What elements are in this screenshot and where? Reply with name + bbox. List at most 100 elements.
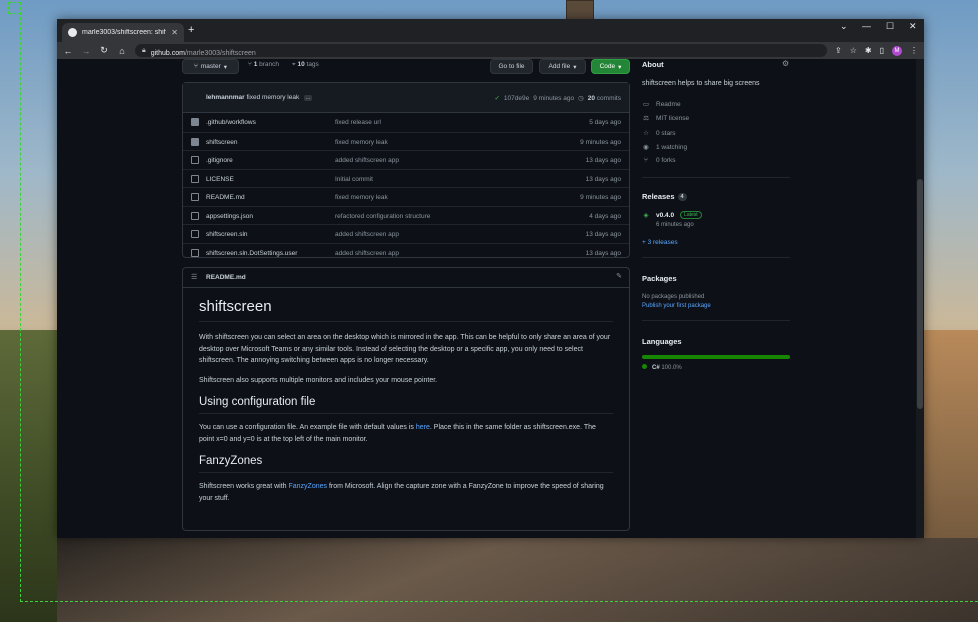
readme-link[interactable]: ▭ Readme (642, 100, 681, 109)
menu-kebab-icon[interactable]: ⋮ (910, 46, 918, 55)
maximize-button[interactable]: ☐ (886, 21, 894, 32)
file-name[interactable]: shiftscreen.sln.DotSettings.user (206, 250, 297, 257)
code-button[interactable]: Code ▾ (591, 59, 630, 74)
readme-panel: ☰ README.md ✎ shiftscreen With shiftscre… (182, 267, 630, 531)
pencil-icon[interactable]: ✎ (616, 272, 622, 280)
stars-link[interactable]: ☆ 0 stars (642, 129, 675, 138)
page-scrollbar[interactable] (916, 59, 924, 538)
branches-link[interactable]: ⑂ 1 branch (248, 61, 279, 68)
extensions-icon[interactable]: ✱ (865, 46, 872, 55)
share-icon[interactable]: ⇪ (835, 46, 842, 55)
tab-strip: marle3003/shiftscreen: shiftscree ✕ + ⌄ … (57, 19, 924, 42)
file-icon (191, 211, 199, 220)
no-packages-text: No packages published (642, 294, 705, 300)
commit-message[interactable]: fixed memory leak (246, 94, 299, 101)
url-host: github.com (150, 49, 185, 57)
tab-close-icon[interactable]: ✕ (171, 28, 178, 37)
file-commit-message[interactable]: fixed release url (335, 119, 381, 126)
browser-tab[interactable]: marle3003/shiftscreen: shiftscree ✕ (62, 23, 184, 42)
fanzyzones-paragraph: Shiftscreen works great with FanzyZones … (199, 483, 604, 502)
file-age: 9 minutes ago (580, 194, 621, 201)
file-row: README.md fixed memory leak 9 minutes ag… (183, 187, 629, 206)
file-commit-message[interactable]: added shiftscreen app (335, 231, 399, 238)
file-age: 5 days ago (589, 119, 621, 126)
history-icon: ◷ (578, 95, 584, 102)
file-name[interactable]: README.md (206, 194, 245, 201)
commit-hash[interactable]: 107de9e (504, 95, 529, 102)
file-name[interactable]: shiftscreen (206, 139, 237, 146)
file-commit-message[interactable]: Initial commit (335, 176, 373, 183)
file-name[interactable]: appsettings.json (206, 213, 253, 220)
latest-release[interactable]: ◈ v0.4.0 Latest (642, 211, 702, 219)
readme-file-label: README.md (206, 274, 246, 281)
book-icon: ▭ (642, 101, 650, 108)
file-icon (191, 193, 199, 201)
browser-window: marle3003/shiftscreen: shiftscree ✕ + ⌄ … (57, 19, 924, 538)
readme-intro: With shiftscreen you can select an area … (199, 334, 611, 364)
side-panel-icon[interactable]: ▯ (880, 46, 884, 55)
address-bar[interactable]: 🔒︎ github.com/marle3003/shiftscreen (135, 44, 828, 57)
csharp-dot-icon (642, 364, 647, 369)
url-path: /marle3003/shiftscreen (184, 49, 256, 57)
commit-expand-button[interactable]: ... (304, 95, 313, 101)
new-tab-button[interactable]: + (188, 24, 194, 36)
fanzyzones-heading: FanzyZones (199, 455, 613, 473)
bookmark-star-icon[interactable]: ☆ (850, 46, 857, 55)
readme-header: ☰ README.md ✎ (183, 268, 629, 288)
file-commit-message[interactable]: fixed memory leak (335, 139, 388, 146)
close-window-button[interactable]: ✕ (909, 21, 917, 32)
file-commit-message[interactable]: refactored configuration structure (335, 213, 430, 220)
language-csharp[interactable]: C# 100.0% (642, 364, 682, 371)
minimize-button[interactable]: — (862, 21, 871, 31)
file-name[interactable]: LICENSE (206, 176, 234, 183)
go-to-file-button[interactable]: Go to file (490, 59, 533, 74)
file-row: LICENSE Initial commit 13 days ago (183, 168, 629, 188)
file-commit-message[interactable]: added shiftscreen app (335, 157, 399, 164)
file-icon (191, 230, 199, 238)
readme-title: shiftscreen (199, 298, 613, 322)
file-row: shiftscreen.sln.DotSettings.user added s… (183, 242, 629, 262)
more-releases-link[interactable]: + 3 releases (642, 239, 678, 246)
forks-link[interactable]: ⑂ 0 forks (642, 157, 675, 164)
list-icon[interactable]: ☰ (191, 273, 197, 281)
profile-avatar[interactable]: M (892, 45, 902, 56)
github-favicon-icon (68, 28, 77, 37)
tab-search-icon[interactable]: ⌄ (840, 21, 848, 32)
latest-commit-bar: lehmannmar fixed memory leak ... ✓ 107de… (183, 83, 629, 113)
commit-time: 9 minutes ago (533, 94, 575, 102)
reload-icon[interactable]: ↻ (99, 45, 109, 56)
folder-icon (191, 137, 199, 146)
publish-package-link[interactable]: Publish your first package (642, 303, 711, 309)
scale-icon: ⚖ (643, 115, 649, 122)
watching-link[interactable]: ◉ 1 watching (642, 143, 687, 152)
file-row: .github/workflows fixed release url 5 da… (183, 113, 629, 132)
packages-title[interactable]: Packages (642, 274, 677, 283)
releases-count: 4 (677, 193, 687, 202)
tags-link[interactable]: ⌖ 10 tags (292, 61, 319, 69)
file-age: 13 days ago (585, 157, 621, 164)
back-icon[interactable]: ← (63, 46, 73, 56)
branch-icon: ⑂ (193, 63, 198, 70)
file-commit-message[interactable]: added shiftscreen app (335, 250, 399, 257)
file-age: 13 days ago (585, 175, 621, 183)
branch-selector[interactable]: ⑂ master ▾ (182, 59, 239, 74)
tag-icon: ◈ (643, 212, 649, 219)
add-file-button[interactable]: Add file ▾ (539, 59, 586, 74)
config-example-link[interactable]: here (416, 424, 430, 431)
file-commit-message[interactable]: fixed memory leak (335, 194, 388, 201)
releases-title[interactable]: Releases 4 (642, 192, 687, 202)
home-icon[interactable]: ⌂ (117, 46, 127, 56)
forward-icon[interactable]: → (81, 46, 91, 56)
file-name[interactable]: .github/workflows (206, 119, 256, 126)
scrollbar-thumb[interactable] (917, 179, 923, 409)
commits-link[interactable]: 20 commits (588, 95, 621, 102)
commit-author[interactable]: lehmannmar (206, 94, 245, 101)
file-name[interactable]: shiftscreen.sln (206, 231, 248, 238)
fanzyzones-link[interactable]: FanzyZones (288, 483, 327, 490)
folder-icon (191, 118, 199, 126)
license-link[interactable]: ⚖ MIT license (642, 114, 689, 123)
file-name[interactable]: .gitignore (206, 157, 233, 164)
config-paragraph: You can use a configuration file. An exa… (199, 424, 596, 443)
repo-description: shiftscreen helps to share big screens (642, 80, 760, 87)
gear-icon[interactable]: ⚙ (782, 59, 789, 68)
